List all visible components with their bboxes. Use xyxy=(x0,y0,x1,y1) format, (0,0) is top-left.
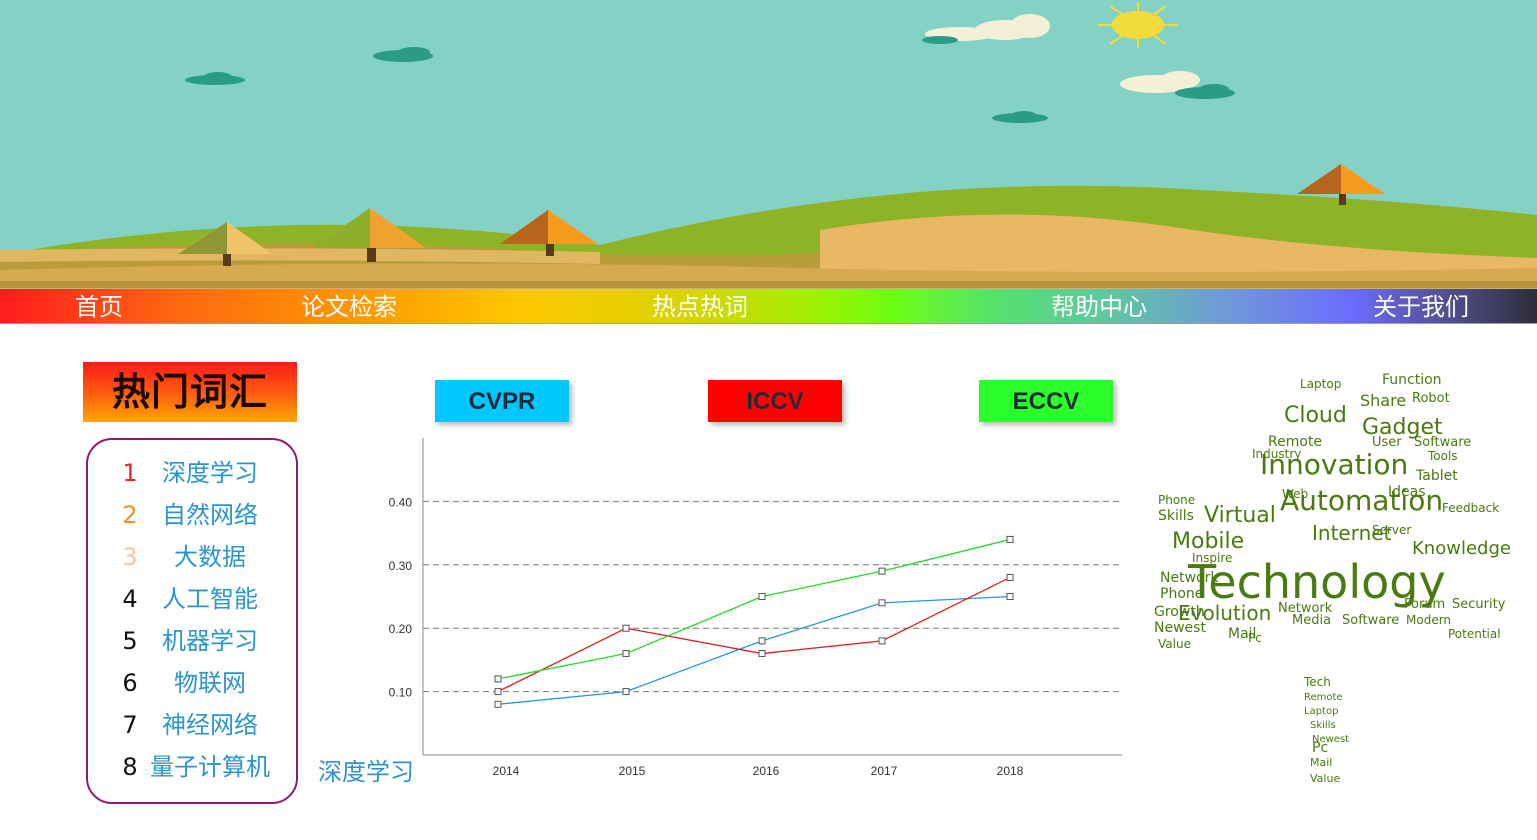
svg-text:Mail: Mail xyxy=(1310,756,1332,769)
hot-words-list: 1 深度学习 2 自然网络 3 大数据 4 人工智能 5 机器学习 6 物联网 … xyxy=(86,438,298,804)
data-point[interactable] xyxy=(1006,593,1014,600)
svg-text:Automation: Automation xyxy=(1280,484,1443,517)
hot-word-item[interactable]: 3 大数据 xyxy=(88,537,298,577)
svg-text:Software: Software xyxy=(1414,435,1471,450)
series-line xyxy=(497,595,1011,705)
hot-word-rank: 2 xyxy=(122,501,138,529)
data-point[interactable] xyxy=(622,650,630,658)
data-point[interactable] xyxy=(758,650,766,658)
data-point[interactable] xyxy=(494,688,502,696)
svg-text:Skills: Skills xyxy=(1310,720,1336,731)
hot-word-label: 物联网 xyxy=(174,669,246,697)
hot-word-rank: 7 xyxy=(122,711,138,739)
data-point[interactable] xyxy=(494,700,502,708)
y-tick-label: 0.10 xyxy=(389,686,413,700)
cvpr-button[interactable]: CVPR xyxy=(435,380,569,422)
eccv-button[interactable]: ECCV xyxy=(979,380,1113,422)
trend-line-chart: 0.10 0.20 0.30 0.40 2014 2015 2016 2017 2018 深度… xyxy=(318,438,1122,786)
svg-text:Tools: Tools xyxy=(1427,449,1458,463)
landscape-banner xyxy=(0,0,1537,288)
svg-text:Phone: Phone xyxy=(1160,586,1203,602)
hot-word-item[interactable]: 8 量子计算机 xyxy=(88,747,298,787)
data-point[interactable] xyxy=(494,675,502,683)
hot-word-item[interactable]: 6 物联网 xyxy=(88,663,298,703)
data-point[interactable] xyxy=(622,688,630,696)
svg-text:Laptop: Laptop xyxy=(1304,706,1338,717)
hot-word-rank: 8 xyxy=(122,753,138,781)
x-tick-label: 2014 xyxy=(493,764,520,778)
svg-text:Virtual: Virtual xyxy=(1204,503,1276,528)
svg-text:Share: Share xyxy=(1360,391,1406,410)
nav-home[interactable]: 首页 xyxy=(75,289,123,325)
data-point[interactable] xyxy=(878,637,886,645)
svg-text:Laptop: Laptop xyxy=(1300,377,1341,391)
svg-text:Phone: Phone xyxy=(1158,493,1195,507)
x-tick-label: 2015 xyxy=(619,764,646,778)
hot-word-label: 量子计算机 xyxy=(150,753,270,781)
data-point[interactable] xyxy=(1006,573,1014,581)
technology-tree-word-cloud-icon: Laptop Function Cloud Share Robot Gadget… xyxy=(1154,372,1511,785)
hot-word-label: 人工智能 xyxy=(162,585,258,613)
svg-text:Server: Server xyxy=(1372,523,1411,537)
svg-text:Forum: Forum xyxy=(1404,597,1445,612)
iccv-button[interactable]: ICCV xyxy=(708,380,842,422)
hot-word-item[interactable]: 4 人工智能 xyxy=(88,579,298,619)
svg-text:Pc: Pc xyxy=(1312,740,1328,756)
svg-text:Tech: Tech xyxy=(1303,675,1331,689)
svg-text:Tablet: Tablet xyxy=(1415,468,1458,484)
hot-word-label: 机器学习 xyxy=(162,627,258,655)
data-point[interactable] xyxy=(758,637,766,645)
svg-text:Value: Value xyxy=(1158,637,1191,651)
svg-text:Software: Software xyxy=(1342,613,1399,628)
main-navigation: 首页 论文检索 热点热词 帮助中心 关于我们 xyxy=(0,288,1537,324)
x-tick-label: 2016 xyxy=(753,764,780,778)
svg-text:Robot: Robot xyxy=(1412,391,1450,406)
nav-help-center[interactable]: 帮助中心 xyxy=(1051,289,1147,325)
data-point[interactable] xyxy=(878,599,886,607)
hot-word-label: 自然网络 xyxy=(162,501,258,529)
nav-paper-search[interactable]: 论文检索 xyxy=(301,289,397,325)
hot-word-label: 深度学习 xyxy=(162,459,258,487)
hot-word-item[interactable]: 7 神经网络 xyxy=(88,705,298,745)
y-tick-label: 0.40 xyxy=(389,495,413,509)
data-point[interactable] xyxy=(622,624,630,632)
svg-text:Evolution: Evolution xyxy=(1178,601,1271,625)
nav-about-us[interactable]: 关于我们 xyxy=(1373,289,1469,325)
hot-word-rank: 4 xyxy=(122,585,138,613)
svg-text:Innovation: Innovation xyxy=(1260,448,1408,481)
y-axis-label: 深度学习 xyxy=(318,758,414,786)
data-point[interactable] xyxy=(1006,535,1014,543)
hot-word-rank: 5 xyxy=(122,627,138,655)
svg-text:Remote: Remote xyxy=(1304,692,1343,703)
x-tick-label: 2018 xyxy=(997,764,1024,778)
data-point[interactable] xyxy=(758,593,766,600)
hot-word-label: 神经网络 xyxy=(162,711,258,739)
svg-text:Function: Function xyxy=(1382,372,1442,388)
hot-word-item[interactable]: 2 自然网络 xyxy=(88,495,298,535)
svg-text:Media: Media xyxy=(1292,613,1331,628)
series-line xyxy=(497,538,1011,680)
nav-hot-topics[interactable]: 热点热词 xyxy=(652,289,748,325)
svg-text:Modern: Modern xyxy=(1406,613,1451,627)
y-tick-label: 0.30 xyxy=(389,559,413,573)
hot-word-item[interactable]: 1 深度学习 xyxy=(88,453,298,493)
hot-word-item[interactable]: 5 机器学习 xyxy=(88,621,298,661)
svg-text:Network: Network xyxy=(1160,570,1219,586)
svg-text:Cloud: Cloud xyxy=(1284,403,1347,428)
hot-word-rank: 1 xyxy=(122,459,138,487)
series-line xyxy=(497,576,1011,693)
svg-text:Pc: Pc xyxy=(1248,631,1262,645)
hot-word-rank: 6 xyxy=(122,669,138,697)
hot-word-rank: 3 xyxy=(122,543,138,571)
hot-word-label: 大数据 xyxy=(174,543,246,571)
svg-text:Feedback: Feedback xyxy=(1442,501,1499,515)
svg-text:Skills: Skills xyxy=(1158,508,1194,524)
hot-words-title: 热门词汇 xyxy=(83,362,297,422)
svg-text:Security: Security xyxy=(1452,597,1506,612)
y-tick-label: 0.20 xyxy=(389,622,413,636)
data-point[interactable] xyxy=(878,567,886,575)
x-tick-label: 2017 xyxy=(871,764,898,778)
svg-text:Value: Value xyxy=(1310,772,1340,785)
svg-text:Potential: Potential xyxy=(1448,627,1501,641)
